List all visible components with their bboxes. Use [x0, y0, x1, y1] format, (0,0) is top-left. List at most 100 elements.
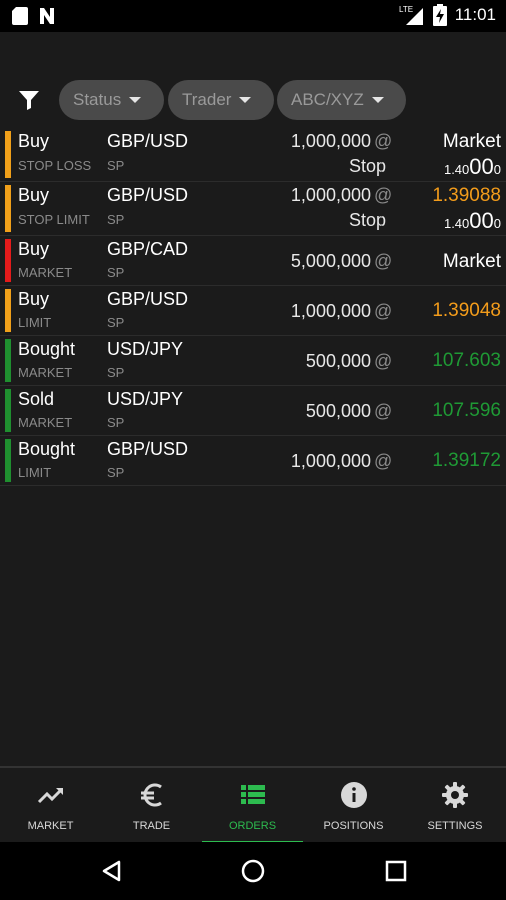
stop-price-small: 1.40	[443, 216, 470, 231]
at-symbol: @	[374, 131, 393, 151]
status-color-bar	[5, 185, 11, 232]
order-type: STOP LOSS	[18, 158, 92, 173]
order-side: Buy	[18, 185, 50, 205]
status-filter-dropdown[interactable]: Status	[59, 80, 164, 120]
order-row[interactable]: Bought MARKET USD/JPY SP 500,000 @ 107.6…	[0, 336, 506, 386]
order-side: Buy	[18, 131, 50, 151]
status-color-bar	[5, 439, 11, 482]
order-quantity: 1,000,000	[290, 301, 371, 321]
filter-icon[interactable]	[17, 88, 41, 112]
order-side: Bought	[18, 339, 76, 359]
order-row[interactable]: Buy MARKET GBP/CAD SP 5,000,000 @ Market	[0, 236, 506, 286]
recents-icon[interactable]	[385, 860, 407, 882]
order-row[interactable]: Buy STOP LIMIT GBP/USD SP 1,000,000 @ 1.…	[0, 182, 506, 236]
tenor: SP	[107, 315, 125, 330]
currency-pair: GBP/USD	[107, 131, 189, 151]
nav-settings[interactable]: SETTINGS	[404, 768, 506, 842]
nav-market[interactable]: MARKET	[0, 768, 101, 842]
order-row[interactable]: Bought LIMIT GBP/USD SP 1,000,000 @ 1.39…	[0, 436, 506, 486]
at-symbol: @	[374, 451, 393, 471]
order-price: 107.596	[432, 400, 501, 421]
pair-filter-dropdown[interactable]: ABC/XYZ	[277, 80, 406, 120]
stop-price-small: 1.40	[443, 162, 470, 177]
order-type: STOP LIMIT	[18, 212, 90, 227]
currency-pair: GBP/CAD	[107, 239, 189, 259]
nav-orders[interactable]: ORDERS	[202, 768, 303, 844]
currency-pair: USD/JPY	[107, 339, 184, 359]
filter-bar: Status Trader ABC/XYZ	[0, 80, 506, 122]
order-type: LIMIT	[18, 465, 52, 480]
order-quantity: 1,000,000	[290, 131, 371, 151]
status-bar: LTE 11:01	[0, 0, 506, 32]
tenor: SP	[107, 465, 125, 480]
trader-filter-dropdown[interactable]: Trader	[168, 80, 274, 120]
gear-icon	[442, 782, 468, 808]
order-side: Bought	[18, 439, 76, 459]
battery-charging-icon	[432, 4, 447, 26]
status-color-bar	[5, 289, 11, 332]
order-row[interactable]: Buy STOP LOSS GBP/USD SP 1,000,000 @ Mar…	[0, 128, 506, 182]
stop-price-pips: 00	[469, 154, 494, 179]
tenor: SP	[107, 212, 125, 227]
nav-label: SETTINGS	[427, 820, 483, 832]
nav-label: ORDERS	[228, 820, 277, 832]
order-quantity: 500,000	[305, 351, 371, 371]
order-type: LIMIT	[18, 315, 52, 330]
order-type: MARKET	[18, 265, 73, 280]
order-price: 1.39088	[432, 185, 501, 206]
chevron-down-icon	[371, 97, 384, 103]
nav-trade[interactable]: TRADE	[101, 768, 202, 842]
order-row[interactable]: Buy LIMIT GBP/USD SP 1,000,000 @ 1.39048	[0, 286, 506, 336]
at-symbol: @	[374, 251, 393, 271]
order-side: Buy	[18, 239, 50, 259]
bottom-navigation: MARKET TRADE ORDERS POSITIONS SETTINGS	[0, 766, 506, 844]
trader-filter-label: Trader	[182, 90, 232, 109]
tenor: SP	[107, 365, 125, 380]
back-icon[interactable]	[100, 859, 124, 883]
sd-card-icon	[12, 7, 28, 25]
stop-colon: :	[379, 156, 385, 176]
order-price: Market	[442, 131, 501, 152]
at-symbol: @	[374, 301, 393, 321]
chevron-down-icon	[129, 97, 142, 103]
currency-pair: GBP/USD	[107, 439, 189, 459]
order-row[interactable]: Sold MARKET USD/JPY SP 500,000 @ 107.596	[0, 386, 506, 436]
stop-colon: :	[379, 210, 385, 230]
info-icon	[340, 782, 367, 808]
at-symbol: @	[374, 185, 393, 205]
list-icon	[240, 785, 265, 804]
svg-text:LTE: LTE	[399, 5, 413, 14]
nav-label: MARKET	[27, 820, 74, 832]
status-color-bar	[5, 239, 11, 282]
currency-pair: GBP/USD	[107, 289, 189, 309]
order-side: Buy	[18, 289, 50, 309]
order-price: 1.39172	[432, 450, 501, 471]
currency-pair: USD/JPY	[107, 389, 184, 409]
home-icon[interactable]	[241, 859, 265, 883]
at-symbol: @	[374, 401, 393, 421]
status-filter-label: Status	[73, 90, 122, 109]
order-quantity: 5,000,000	[290, 251, 371, 271]
status-color-bar	[5, 131, 11, 178]
order-side: Sold	[18, 389, 55, 409]
order-quantity: 1,000,000	[290, 451, 371, 471]
clock: 11:01	[454, 5, 496, 24]
order-quantity: 500,000	[305, 401, 371, 421]
stop-price-tail: 0	[493, 216, 501, 231]
status-color-bar	[5, 339, 11, 382]
status-color-bar	[5, 389, 11, 432]
order-price: 107.603	[432, 350, 501, 371]
nav-positions[interactable]: POSITIONS	[303, 768, 404, 842]
order-quantity: 1,000,000	[290, 185, 371, 205]
chevron-down-icon	[239, 97, 252, 103]
pair-filter-label: ABC/XYZ	[291, 90, 364, 109]
nav-label: POSITIONS	[323, 820, 384, 832]
order-price: 1.39048	[432, 300, 501, 321]
trending-up-icon	[37, 788, 63, 804]
nav-label: TRADE	[132, 820, 171, 832]
order-price: Market	[442, 251, 501, 272]
euro-icon	[140, 783, 162, 807]
lte-signal-icon: LTE	[399, 5, 423, 25]
stop-price: 1.40000	[444, 208, 501, 234]
n-notification-icon	[40, 8, 54, 24]
